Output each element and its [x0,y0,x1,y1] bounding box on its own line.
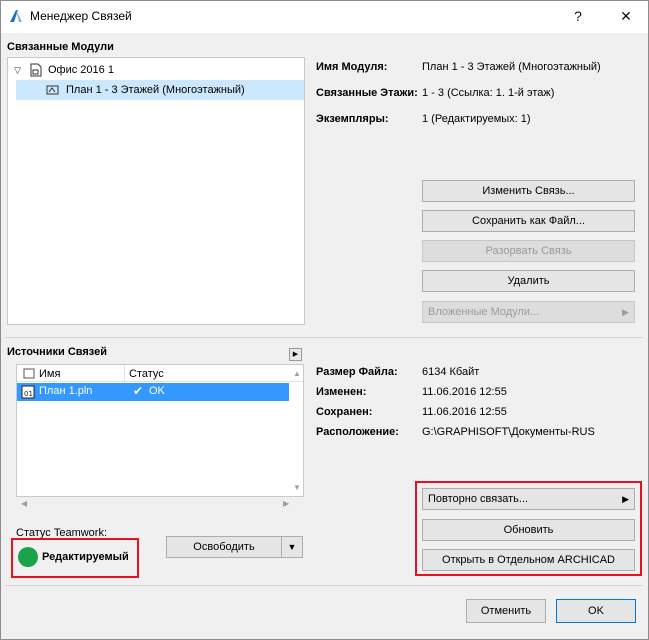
modified-value: 11.06.2016 12:55 [422,386,507,398]
window-title: Менеджер Связей [30,9,132,23]
change-link-button[interactable]: Изменить Связь... [422,180,635,202]
footer-divider [5,585,643,586]
instances-label: Экземпляры: [316,113,389,125]
relink-button[interactable]: Повторно связать... ▶ [422,488,635,510]
module-name-value: План 1 - 3 Этажей (Многоэтажный) [422,61,601,73]
update-button[interactable]: Обновить [422,519,635,541]
pln-file-icon: 01 [21,385,35,399]
nested-modules-label: Вложенные Модули... [428,306,540,318]
checkmark-icon: ✔ [133,384,144,398]
close-button[interactable]: ✕ [616,6,636,26]
tree-child-row[interactable]: План 1 - 3 Этажей (Многоэтажный) [16,80,304,100]
submenu-arrow-icon: ▶ [622,307,629,317]
link-sources-heading: Источники Связей [7,346,108,358]
archicad-app-icon [8,8,24,24]
scroll-down-icon[interactable]: ▼ [293,483,301,492]
column-name-header[interactable]: Имя [39,368,60,380]
project-file-icon [30,63,42,77]
scroll-left-icon[interactable]: ◀ [21,499,27,508]
saved-value: 11.06.2016 12:55 [422,406,507,418]
svg-text:01: 01 [24,390,33,398]
tree-root-label: Офис 2016 1 [48,64,114,76]
help-button[interactable]: ? [568,6,588,26]
tree-child-label: План 1 - 3 Этажей (Многоэтажный) [66,84,245,96]
delete-button[interactable]: Удалить [422,270,635,292]
expand-sources-icon[interactable]: ▶ [289,348,302,361]
linked-stories-label: Связанные Этажи: [316,87,418,99]
section-divider [5,337,643,338]
collapse-icon[interactable]: ▽ [14,60,21,80]
break-link-button[interactable]: Разорвать Связь [422,240,635,262]
module-icon [46,83,60,97]
nested-modules-button[interactable]: Вложенные Модули... ▶ [422,301,635,323]
tree-root-row[interactable]: ▽ Офис 2016 1 [12,60,302,80]
module-name-label: Имя Модуля: [316,61,388,73]
release-dropdown-icon[interactable]: ▼ [281,536,303,558]
sources-list-header: Имя Статус [17,365,303,382]
file-size-value: 6134 Кбайт [422,366,480,378]
scroll-up-icon[interactable]: ▲ [293,369,301,378]
instances-value: 1 (Редактируемых: 1) [422,113,531,125]
column-divider [124,365,125,382]
ok-button[interactable]: OK [556,599,636,623]
linked-modules-heading: Связанные Модули [7,41,114,53]
linked-stories-value: 1 - 3 (Ссылка: 1. 1-й этаж) [422,87,555,99]
source-status: OK [149,385,165,397]
release-button[interactable]: Освободить [166,536,282,558]
teamwork-status-value: Редактируемый [42,551,129,563]
modules-tree-panel: ▽ Офис 2016 1 План 1 - 3 Этажей (Многоэт… [7,57,305,325]
column-status-header[interactable]: Статус [129,368,164,380]
source-file-name: План 1.pln [39,385,93,397]
modified-label: Изменен: [316,386,367,398]
location-value: G:\GRAPHISOFT\Документы-RUS [422,426,595,438]
relink-label: Повторно связать... [428,493,529,505]
source-row[interactable]: 01 План 1.pln ✔ OK [17,383,289,401]
file-size-label: Размер Файла: [316,366,398,378]
teamwork-status-indicator-icon [18,547,38,567]
save-as-file-button[interactable]: Сохранить как Файл... [422,210,635,232]
open-separately-button[interactable]: Открыть в Отдельном ARCHICAD [422,549,635,571]
scroll-right-icon[interactable]: ▶ [283,499,289,508]
submenu-arrow-icon: ▶ [622,494,629,504]
sources-list-panel: Имя Статус 01 План 1.pln ✔ OK ▲ ▼ ◀ ▶ [16,364,304,508]
file-type-header-icon [23,368,35,379]
cancel-button[interactable]: Отменить [466,599,546,623]
saved-label: Сохранен: [316,406,373,418]
location-label: Расположение: [316,426,399,438]
